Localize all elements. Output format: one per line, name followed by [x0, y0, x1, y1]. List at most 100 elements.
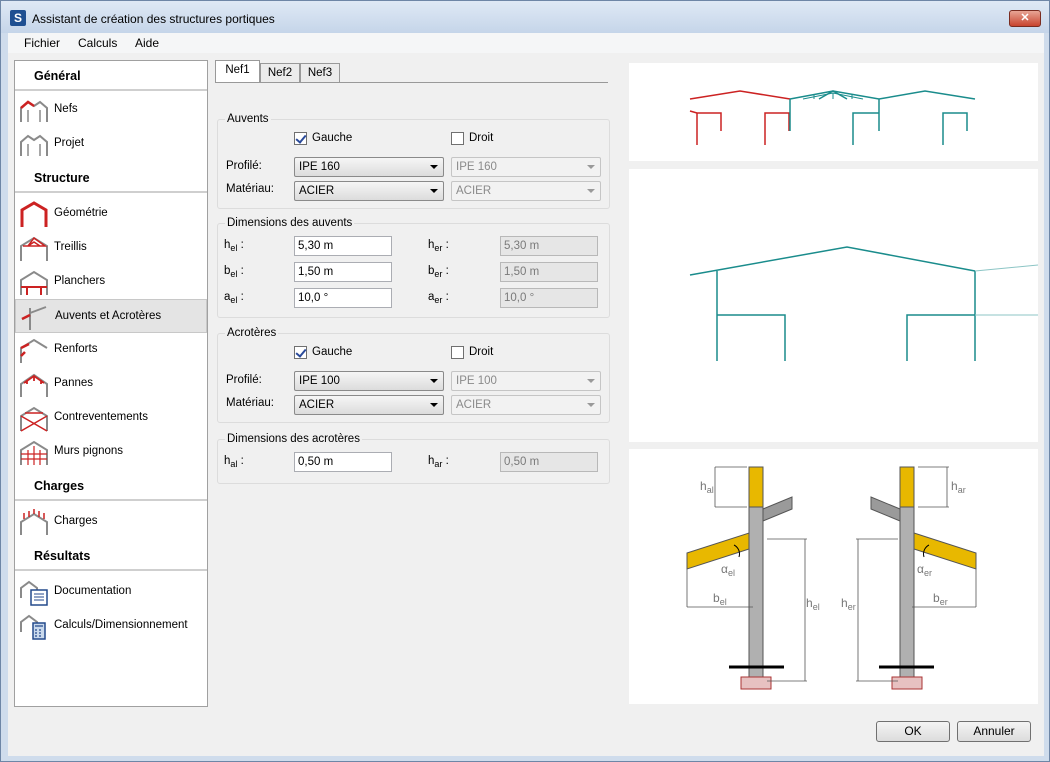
nav-treillis-label: Treillis [54, 241, 87, 253]
frame-overview-drawing [689, 90, 976, 145]
acroteres-left-material-select[interactable]: ACIER [294, 395, 444, 415]
har-diagram-label: har [951, 479, 966, 495]
acroteres-left-material-value: ACIER [299, 399, 335, 411]
auvents-material-label: Matériau: [226, 183, 274, 195]
close-button[interactable]: ✕ [1009, 10, 1041, 27]
documentation-icon [20, 580, 48, 606]
nav-planchers-label: Planchers [54, 275, 106, 287]
ael-input[interactable]: 10,0 ° [294, 288, 392, 308]
dim-acroteres-group: Dimensions des acrotères hal : 0,50 m ha… [217, 433, 610, 484]
nav-murs-label: Murs pignons [54, 445, 124, 457]
section-resultats: Résultats [15, 541, 207, 571]
har-label: har : [428, 455, 449, 469]
nav-item-treillis[interactable]: Treillis [15, 231, 207, 265]
nav-item-projet[interactable]: Projet [15, 127, 207, 161]
nav-contreventements-label: Contreventements [54, 411, 148, 423]
auvents-left-material-select[interactable]: ACIER [294, 181, 444, 201]
truss-icon [20, 236, 48, 261]
chevron-down-icon [587, 379, 595, 383]
auvents-gauche-label: Gauche [312, 132, 353, 144]
hal-input[interactable]: 0,50 m [294, 452, 392, 472]
section-general: Général [15, 61, 207, 91]
auvents-left-profile-select[interactable]: IPE 160 [294, 157, 444, 177]
alpha-el-diagram-label: αel [721, 562, 735, 578]
acroteres-group: Acrotères Gauche Droit Profilé: IPE 100 … [217, 327, 610, 423]
canopy-detail-drawing: hal har αel αer bel ber hel her [686, 466, 977, 690]
nav-item-geometrie[interactable]: Géométrie [15, 197, 207, 231]
acroteres-left-profile-select[interactable]: IPE 100 [294, 371, 444, 391]
dialog-window: S Assistant de création des structures p… [0, 0, 1050, 762]
nav-calculs-label: Calculs/Dimensionnement [54, 619, 188, 631]
acroteres-gauche-label: Gauche [312, 346, 353, 358]
acroteres-droit-checkbox[interactable] [451, 346, 464, 359]
nav-item-pannes[interactable]: Pannes [15, 367, 207, 401]
nav-geometrie-label: Géométrie [54, 207, 108, 219]
auvents-droit-checkbox[interactable] [451, 132, 464, 145]
bel-input[interactable]: 1,50 m [294, 262, 392, 282]
app-icon: S [10, 10, 26, 26]
nav-item-calculs[interactable]: Calculs/Dimensionnement [15, 609, 207, 643]
auvents-right-material-value: ACIER [456, 185, 492, 197]
tab-nef3[interactable]: Nef3 [300, 63, 340, 83]
nav-item-charges[interactable]: Charges [15, 505, 207, 539]
window-title: Assistant de création des structures por… [32, 12, 275, 26]
acroteres-droit-label: Droit [469, 346, 494, 358]
ael-label: ael : [224, 291, 244, 305]
aer-input: 10,0 ° [500, 288, 598, 308]
nav-item-murs-pignons[interactable]: Murs pignons [15, 435, 207, 469]
er-sub: er [434, 243, 443, 253]
menu-aide[interactable]: Aide [135, 36, 159, 50]
hel-input[interactable]: 5,30 m [294, 236, 392, 256]
section-general-label: Général [34, 69, 81, 83]
chevron-down-icon [430, 403, 438, 407]
auvents-left-material-value: ACIER [299, 185, 335, 197]
purlin-icon [20, 373, 48, 397]
menu-fichier[interactable]: Fichier [24, 36, 60, 50]
hel-diagram-label: hel [806, 596, 820, 612]
canopy-icon [21, 306, 47, 330]
dim-acroteres-title: Dimensions des acrotères [225, 433, 362, 445]
el-sub: el [230, 269, 238, 279]
auvents-group-title: Auvents [225, 113, 271, 125]
auvents-profile-label: Profilé: [226, 160, 262, 172]
geometry-icon [20, 201, 48, 227]
frame-icon [20, 134, 48, 156]
nav-item-auvents[interactable]: Auvents et Acrotères [15, 299, 207, 333]
auvents-gauche-checkbox[interactable] [294, 132, 307, 145]
cancel-button[interactable]: Annuler [957, 721, 1031, 742]
client-area: Fichier Calculs Aide Général Nefs Projet… [8, 33, 1044, 756]
nav-item-nefs[interactable]: Nefs [15, 93, 207, 127]
her-diagram-label: her [841, 596, 856, 612]
auvents-left-profile-value: IPE 160 [299, 161, 340, 173]
nav-item-documentation[interactable]: Documentation [15, 575, 207, 609]
hal-diagram-label: hal [700, 479, 714, 495]
frame-icon [20, 100, 48, 122]
el-sub: el [230, 295, 238, 305]
menu-bar: Fichier Calculs Aide [8, 33, 1044, 53]
acroteres-material-label: Matériau: [226, 397, 274, 409]
acroteres-gauche-checkbox[interactable] [294, 346, 307, 359]
navigation-panel: Général Nefs Projet Structure Géométrie … [14, 60, 208, 707]
menu-calculs[interactable]: Calculs [78, 36, 117, 50]
nav-nefs-label: Nefs [54, 103, 78, 115]
calculator-icon [20, 614, 46, 640]
nav-charges-label: Charges [54, 515, 98, 527]
nav-renforts-label: Renforts [54, 343, 98, 355]
chevron-down-icon [430, 189, 438, 193]
auvents-group: Auvents Gauche Droit Profilé: IPE 160 IP… [217, 113, 610, 209]
title-bar: S Assistant de création des structures p… [1, 1, 1049, 33]
tab-nef1[interactable]: Nef1 [215, 60, 260, 83]
chevron-down-icon [430, 165, 438, 169]
acroteres-profile-label: Profilé: [226, 374, 262, 386]
nav-pannes-label: Pannes [54, 377, 94, 389]
hal-label: hal : [224, 455, 244, 469]
tab-nef2[interactable]: Nef2 [260, 63, 300, 83]
nav-item-contreventements[interactable]: Contreventements [15, 401, 207, 435]
nav-item-planchers[interactable]: Planchers [15, 265, 207, 299]
hel-label: hel : [224, 239, 244, 253]
nav-item-renforts[interactable]: Renforts [15, 333, 207, 367]
ok-button[interactable]: OK [876, 721, 950, 742]
dim-auvents-title: Dimensions des auvents [225, 217, 355, 229]
auvents-droit-label: Droit [469, 132, 494, 144]
er-sub: er [434, 269, 443, 279]
